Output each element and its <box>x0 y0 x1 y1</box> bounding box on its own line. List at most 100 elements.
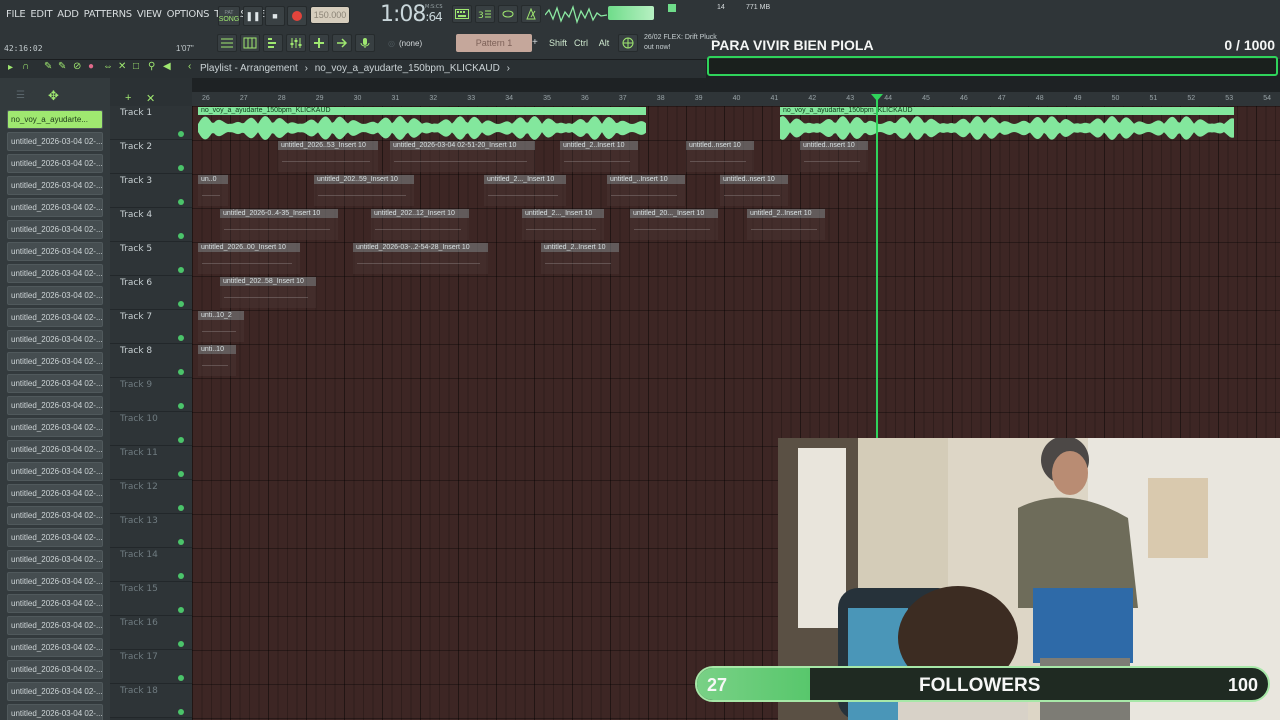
track-enable-led[interactable] <box>178 233 184 239</box>
browser-item[interactable]: untitled_2026-03-04 02-... <box>7 440 103 459</box>
track-header[interactable]: Track 17 <box>110 650 192 684</box>
browser-item[interactable]: untitled_2026-03-04 02-... <box>7 396 103 415</box>
track-enable-led[interactable] <box>178 369 184 375</box>
browser-item[interactable]: untitled_2026-03-04 02-... <box>7 462 103 481</box>
add-track-icon[interactable]: + <box>125 92 131 104</box>
track-header[interactable]: Track 14 <box>110 548 192 582</box>
track-enable-led[interactable] <box>178 573 184 579</box>
pattern-clip[interactable]: untitled_2026-03-04 02-51-20_Insert 10 <box>390 141 535 173</box>
playlist-arrow-icon[interactable]: ▸ <box>8 62 13 73</box>
pattern-clip[interactable]: untitled_2..._Insert 10 <box>522 209 604 241</box>
browser-item[interactable]: untitled_2026-03-04 02-... <box>7 176 103 195</box>
pattern-clip[interactable]: un..0 <box>198 175 228 207</box>
track-header[interactable]: Track 5 <box>110 242 192 276</box>
track-header[interactable]: Track 15 <box>110 582 192 616</box>
delete-tool-icon[interactable]: ⊘ <box>73 61 81 72</box>
browser-item[interactable]: untitled_2026-03-04 02-... <box>7 308 103 327</box>
track-enable-led[interactable] <box>178 199 184 205</box>
news-ticker[interactable]: 26/02 FLEX: Drift Pluck out now! <box>644 33 717 53</box>
track-header[interactable]: Track 7 <box>110 310 192 344</box>
track-header[interactable]: Track 8 <box>110 344 192 378</box>
track-enable-led[interactable] <box>178 641 184 647</box>
loop-record-icon[interactable] <box>498 5 518 23</box>
browser-item[interactable]: untitled_2026-03-04 02-... <box>7 132 103 151</box>
browser-item[interactable]: untitled_2026-03-04 02-... <box>7 550 103 569</box>
pattern-clip[interactable]: untitled_2026..53_Insert 10 <box>278 141 378 173</box>
snap-selector[interactable]: ◎ (none) <box>388 35 438 51</box>
browser-item[interactable]: untitled_2026-03-04 02-... <box>7 418 103 437</box>
track-enable-led[interactable] <box>178 675 184 681</box>
track-header[interactable]: Track 13 <box>110 514 192 548</box>
track-header[interactable]: Track 18 <box>110 684 192 718</box>
track-enable-led[interactable] <box>178 505 184 511</box>
arrow-right-icon[interactable] <box>332 34 352 52</box>
metronome-icon[interactable] <box>521 5 541 23</box>
track-header[interactable]: Track 16 <box>110 616 192 650</box>
pattern-clip[interactable]: unti..10 <box>198 345 236 377</box>
track-enable-led[interactable] <box>178 267 184 273</box>
browser-item[interactable]: untitled_2026-03-04 02-... <box>7 572 103 591</box>
track-enable-led[interactable] <box>178 403 184 409</box>
record-button[interactable] <box>287 6 307 26</box>
browser-item[interactable]: untitled_2026-03-04 02-... <box>7 264 103 283</box>
browser-item[interactable]: untitled_2026-03-04 02-... <box>7 242 103 261</box>
browser-item[interactable]: untitled_2026-03-04 02-... <box>7 374 103 393</box>
browser-item[interactable]: untitled_2026-03-04 02-... <box>7 220 103 239</box>
track-header[interactable]: Track 2 <box>110 140 192 174</box>
mute-tool-icon[interactable]: ● <box>88 61 94 72</box>
browser-snap-icon[interactable]: ✥ <box>48 88 59 104</box>
pattern-clip[interactable]: untitled_2..Insert 10 <box>747 209 825 241</box>
track-enable-led[interactable] <box>178 437 184 443</box>
zoom-tool-icon[interactable]: ⚲ <box>148 61 155 72</box>
browser-menu-icon[interactable]: ☰ <box>16 90 25 101</box>
pattern-selector[interactable]: Pattern 1 <box>456 34 532 52</box>
pattern-clip[interactable]: untitled_202..12_Insert 10 <box>371 209 469 241</box>
plugin-picker-icon[interactable] <box>309 34 329 52</box>
playlist-icon[interactable] <box>217 34 237 52</box>
play-button[interactable]: ❚❚ <box>243 6 263 26</box>
slice-tool-icon[interactable]: ✕ <box>118 61 126 72</box>
pattern-clip[interactable]: untitled_2026-0..4-35_Insert 10 <box>220 209 338 241</box>
browser-item[interactable]: untitled_2026-03-04 02-... <box>7 506 103 525</box>
pattern-clip[interactable]: untitled_202..58_Insert 10 <box>220 277 316 309</box>
menu-add[interactable]: ADD <box>57 9 79 20</box>
browser-item[interactable]: untitled_2026-03-04 02-... <box>7 594 103 613</box>
pattern-clip[interactable]: unti..10_2 <box>198 311 244 343</box>
menu-file[interactable]: FILE <box>6 9 26 20</box>
pattern-clip[interactable]: untitled..nsert 10 <box>686 141 754 173</box>
microphone-icon[interactable] <box>355 34 375 52</box>
playhead-marker-icon[interactable] <box>871 94 883 101</box>
track-header[interactable]: Track 10 <box>110 412 192 446</box>
browser-item[interactable]: untitled_2026-03-04 02-... <box>7 484 103 503</box>
track-enable-led[interactable] <box>178 301 184 307</box>
browser-item[interactable]: untitled_2026-03-04 02-... <box>7 616 103 635</box>
browser-item[interactable]: untitled_2026-03-04 02-... <box>7 286 103 305</box>
news-globe-icon[interactable] <box>618 34 638 52</box>
track-header[interactable]: Track 1 <box>110 106 192 140</box>
tempo-field[interactable]: 150.000 <box>310 6 350 24</box>
playhead[interactable] <box>871 94 883 438</box>
alt-key-button[interactable]: Alt <box>594 34 614 52</box>
slip-tool-icon[interactable]: ⇔ <box>103 61 113 72</box>
browser-item[interactable]: untitled_2026-03-04 02-... <box>7 704 103 720</box>
track-enable-led[interactable] <box>178 607 184 613</box>
track-enable-led[interactable] <box>178 709 184 715</box>
magnet-snap-icon[interactable]: ∩ <box>22 61 29 72</box>
pattern-clip[interactable]: untitled_202..59_Insert 10 <box>314 175 414 207</box>
paint-tool-icon[interactable]: ✎ <box>58 61 66 72</box>
pattern-clip[interactable]: untitled..nsert 10 <box>720 175 788 207</box>
stop-button[interactable]: ■ <box>265 6 285 26</box>
pattern-clip[interactable]: untitled_2026-03-..2-54-28_Insert 10 <box>353 243 488 275</box>
playback-tool-icon[interactable]: ◀ <box>163 61 171 72</box>
menu-options[interactable]: OPTIONS <box>167 9 210 20</box>
browser-item[interactable]: untitled_2026-03-04 02-... <box>7 528 103 547</box>
shift-key-button[interactable]: Shift <box>546 34 570 52</box>
song-position-clock[interactable]: 1:08:64 M:S:CS <box>380 2 443 27</box>
typing-keyboard-icon[interactable] <box>452 5 472 23</box>
browser-item[interactable]: untitled_2026-03-04 02-... <box>7 352 103 371</box>
browser-item[interactable]: untitled_2026-03-04 02-... <box>7 660 103 679</box>
pl-nav-icon[interactable]: ‹ <box>188 61 191 72</box>
piano-roll-icon[interactable] <box>240 34 260 52</box>
track-header[interactable]: Track 3 <box>110 174 192 208</box>
audio-clip[interactable]: no_voy_a_ayudarte_150bpm_KLICKAUD <box>198 107 646 141</box>
